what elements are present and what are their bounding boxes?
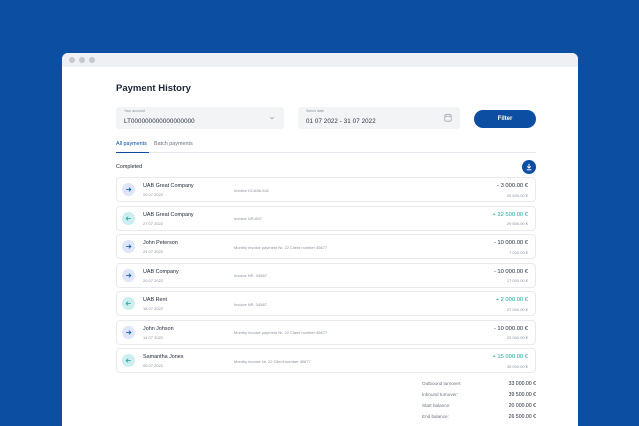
summary-label: Start balance: [422, 403, 451, 408]
arrow-left-icon [122, 297, 135, 310]
payment-amount: + 15 000.00 € [492, 354, 528, 360]
payment-amount: - 10 000.00 € [493, 268, 528, 275]
payment-amount: + 22 500.00 € [492, 211, 528, 218]
app-window: Payment History Your account LT000000000… [62, 53, 578, 426]
arrow-right-icon [122, 240, 135, 253]
summary-row: Outbound turnover: 33 000.00 € [422, 381, 536, 392]
date-range-picker[interactable]: Select date 01 07 2022 - 31 07 2022 [298, 107, 460, 129]
payment-amount: - 10 000.00 € [493, 325, 528, 332]
payment-description: Invoice GCA56-542 [234, 187, 269, 193]
window-minimize-dot[interactable] [79, 57, 85, 63]
payment-date: 14 07 2022 [143, 334, 164, 340]
arrow-right-icon [122, 268, 135, 282]
payment-balance: 29 500.00 € [506, 221, 528, 226]
page-title: Payment History [116, 83, 191, 94]
payment-row[interactable]: UAB Great Company 29 07 2022 Invoice GCA56… [116, 177, 536, 202]
payment-balance: 25 000.00 € [506, 335, 528, 340]
summary-row: Inbound turnover: 39 500.00 € [422, 392, 536, 403]
tab-all-payments[interactable]: All payments [116, 141, 149, 153]
download-button[interactable] [522, 160, 536, 174]
calendar-icon[interactable] [444, 113, 452, 122]
account-select-value: LT000000000000000000 [124, 118, 195, 125]
arrow-left-icon [122, 211, 135, 225]
summary-label: Outbound turnover: [422, 381, 462, 386]
summary-value: 26 500.00 € [508, 414, 536, 420]
payment-description: Invoice GR-657 [234, 216, 262, 221]
payment-row[interactable]: John Peterson 24 07 2022 Monthy invoice pa… [116, 234, 536, 259]
payment-date: 05 07 2022 [143, 363, 164, 368]
section-label-completed: Completed [116, 164, 143, 170]
payment-balance: 27 000.00 € [506, 306, 528, 312]
account-select[interactable]: Your account LT000000000000000000 [116, 107, 284, 129]
payment-row[interactable]: UAB Rent 18 07 2022 Invoice NR. 34567 + 2 0… [116, 291, 536, 316]
payment-description: Invoice NR. 34567 [234, 301, 267, 307]
payment-balance: 7 000.00 € [509, 249, 528, 255]
payment-balance: 35 000.00 € [506, 363, 528, 369]
arrow-right-icon [122, 183, 135, 196]
payment-row[interactable]: John Johson 14 07 2022 Monthy invoice paym… [116, 319, 536, 345]
summary-row: Start balance: 20 000.00 € [422, 403, 536, 414]
tab-batch-payments[interactable]: Batch payments [154, 141, 193, 153]
payment-amount: + 2 000.00 € [495, 297, 528, 303]
summary-row: End balance: 26 500.00 € [422, 414, 536, 425]
turnover-summary: Outbound turnover: 33 000.00 € Inbound t… [422, 381, 536, 425]
payment-row[interactable]: Samantha Jones 05 07 2022 Monthy invoice N… [116, 348, 536, 373]
payment-date: 18 07 2022 [143, 306, 164, 311]
payment-balance: 17 000.00 € [506, 278, 528, 283]
summary-value: 20 000.00 € [508, 403, 536, 409]
window-close-dot[interactable] [69, 57, 75, 63]
payment-amount: - 10 000.00 € [493, 240, 528, 246]
payment-description: Monthy invoice Nr. 22 Client number 4567… [234, 358, 311, 364]
payment-row[interactable]: UAB Great Company 27 07 2022 Invoice GR-65… [116, 205, 536, 231]
summary-label: End balance: [422, 414, 449, 419]
payment-counterparty: UAB Great Company [143, 211, 194, 218]
arrow-right-icon [122, 325, 135, 339]
payment-counterparty: UAB Company [143, 268, 179, 275]
payment-date: 29 07 2022 [143, 192, 164, 197]
payments-list: UAB Great Company 29 07 2022 Invoice GCA56… [116, 177, 536, 377]
payment-amount: - 3 000.00 € [497, 183, 528, 189]
payment-date: 24 07 2022 [143, 249, 164, 254]
payment-description: Monthy invoice payment Nr. 22 Client num… [234, 330, 328, 335]
account-select-label: Your account [124, 109, 145, 113]
summary-value: 39 500.00 € [508, 392, 536, 398]
arrow-left-icon [122, 354, 135, 367]
window-titlebar [62, 53, 578, 67]
download-icon [526, 163, 532, 171]
date-range-value: 01 07 2022 - 31 07 2022 [306, 118, 376, 125]
payment-counterparty: Samantha Jones [143, 354, 184, 360]
summary-value: 33 000.00 € [508, 381, 536, 387]
payment-row[interactable]: UAB Company 20 07 2022 Invoice NR. 34567 - … [116, 262, 536, 288]
payment-counterparty: John Peterson [143, 240, 178, 246]
payment-description: Monthy invoice payment Nr. 22 Client num… [234, 244, 328, 250]
filter-button[interactable]: Filter [474, 110, 536, 128]
summary-label: Inbound turnover: [422, 392, 459, 397]
payment-description: Invoice NR. 34567 [234, 273, 267, 278]
payment-tabs: All payments Batch payments [116, 141, 536, 153]
window-maximize-dot[interactable] [89, 57, 95, 63]
date-range-label: Select date [306, 109, 324, 113]
payment-date: 20 07 2022 [143, 277, 164, 283]
payment-date: 27 07 2022 [143, 220, 164, 226]
payment-counterparty: John Johson [143, 325, 174, 332]
payment-counterparty: UAB Rent [143, 297, 167, 303]
payment-counterparty: UAB Great Company [143, 183, 194, 189]
payment-balance: 26 500.00 € [506, 192, 528, 198]
chevron-down-icon [269, 116, 275, 120]
